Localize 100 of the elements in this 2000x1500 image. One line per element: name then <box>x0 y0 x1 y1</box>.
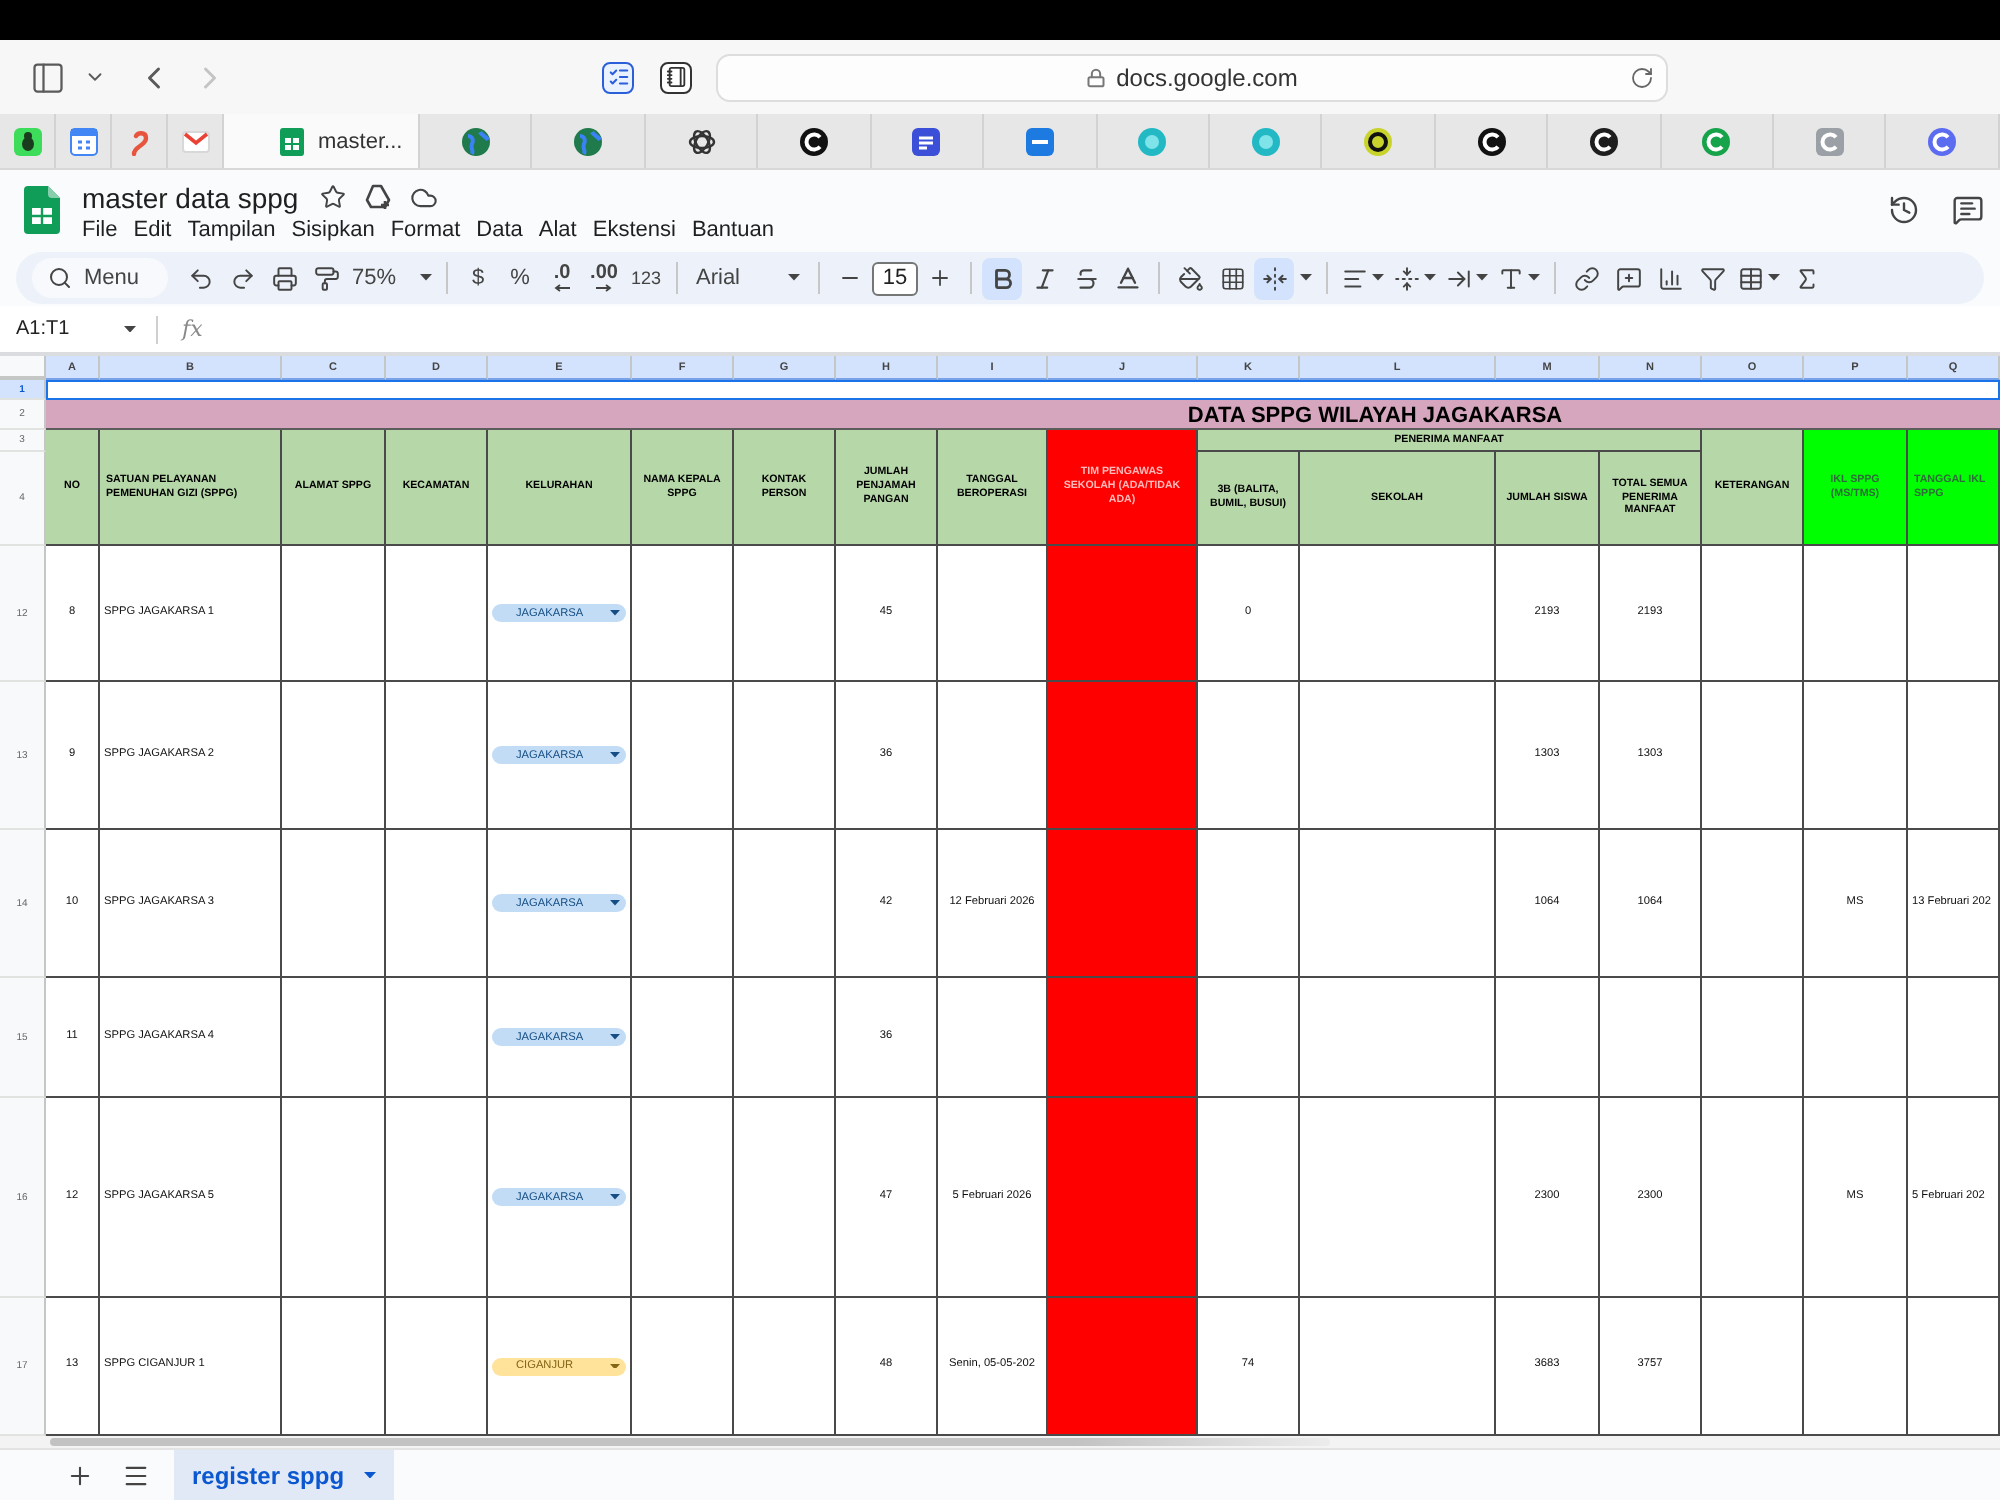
star-button[interactable] <box>320 184 347 210</box>
reload-icon[interactable] <box>1630 65 1654 89</box>
spreadsheet-icon <box>24 186 60 234</box>
logo-icon <box>1364 127 1393 155</box>
logo-icon <box>1477 127 1505 155</box>
printer-icon <box>271 265 297 291</box>
logo-icon <box>687 127 716 155</box>
checklist-icon <box>607 66 629 88</box>
name-box[interactable]: A1:T1 <box>16 318 144 340</box>
table-cell <box>938 546 1048 682</box>
browser-tab[interactable]: master... <box>224 114 420 168</box>
menu-item[interactable]: Edit <box>133 218 172 242</box>
logo-icon <box>1138 127 1167 155</box>
menu-item[interactable]: Data <box>476 218 523 242</box>
sheet-title: DATA SPPG WILAYAH JAGAKARSA <box>1185 401 1565 430</box>
text-rotation-icon <box>1498 265 1524 291</box>
saved-status-button[interactable] <box>410 183 439 211</box>
caret-icon <box>610 1194 620 1200</box>
merge-button[interactable] <box>1254 257 1294 299</box>
formula-label: fx <box>182 316 203 342</box>
sheet-tab[interactable]: register sppg <box>174 1450 395 1500</box>
notebook-icon <box>665 66 687 88</box>
url-text: docs.google.com <box>1116 63 1298 91</box>
caret-icon <box>1372 274 1384 282</box>
caret-icon <box>124 325 136 333</box>
sidebar-button[interactable] <box>30 59 66 95</box>
undo-icon <box>187 265 213 291</box>
menu-item[interactable]: Sisipkan <box>291 218 375 242</box>
table-cell <box>1600 978 1702 1098</box>
table-icon <box>1738 265 1764 291</box>
paint-bucket-icon <box>1177 265 1203 291</box>
table-cell <box>1908 978 2000 1098</box>
document-title[interactable]: master data sppg <box>82 181 299 213</box>
spreadsheet-icon <box>278 127 306 155</box>
table-cell <box>1702 978 1804 1098</box>
table-cell <box>1908 546 2000 682</box>
move-button[interactable] <box>364 184 393 210</box>
logo-icon <box>1815 127 1844 155</box>
scrollbar-thumb[interactable] <box>50 1438 1330 1446</box>
table-cell <box>1496 978 1600 1098</box>
align-icon <box>1342 265 1368 291</box>
lock-icon <box>1086 67 1107 87</box>
percent-button[interactable]: % <box>500 257 540 299</box>
menu-item[interactable]: Tampilan <box>187 218 276 242</box>
table-cell <box>1702 546 1804 682</box>
comments-button[interactable] <box>1952 194 1984 226</box>
caret-icon <box>1424 274 1436 282</box>
globe-icon <box>574 127 603 155</box>
logo-icon <box>1928 127 1957 155</box>
number-format-button[interactable]: 123 <box>626 257 666 299</box>
currency-button[interactable]: $ <box>458 257 498 299</box>
history-icon <box>1888 194 1920 226</box>
logo-icon <box>13 127 41 155</box>
address-bar[interactable]: docs.google.com <box>716 53 1668 101</box>
font-select[interactable]: Arial <box>688 257 808 299</box>
filter-icon <box>1699 265 1725 291</box>
logo-icon <box>1251 127 1280 155</box>
caret-icon <box>610 900 620 906</box>
history-button[interactable] <box>1888 194 1920 226</box>
logo-icon <box>912 127 941 155</box>
calendar-icon <box>69 127 97 155</box>
text-color-icon <box>1114 264 1142 292</box>
italic-icon <box>1031 265 1057 291</box>
menu-item[interactable]: Ekstensi <box>592 218 676 242</box>
logo-icon <box>1589 127 1618 155</box>
menu-search-field[interactable]: Menu <box>32 258 168 298</box>
caret-icon <box>364 1471 377 1479</box>
arrow-icon <box>596 284 612 292</box>
caret-icon <box>610 610 620 616</box>
strikethrough-icon <box>1073 265 1099 291</box>
menu-item[interactable]: Alat <box>538 218 577 242</box>
menu-icon <box>122 1461 150 1489</box>
wrap-icon <box>1446 265 1472 291</box>
caret-icon <box>610 752 620 758</box>
logo-icon <box>1702 127 1731 155</box>
menu-item[interactable]: File <box>82 218 118 242</box>
table-cell <box>1804 978 1908 1098</box>
decrease-decimal-button[interactable]: .0 <box>542 257 582 299</box>
caret-icon <box>1476 274 1488 282</box>
caret-icon <box>1768 274 1780 282</box>
zoom-select[interactable]: 75% <box>348 257 436 299</box>
table-cell <box>1198 978 1300 1098</box>
extension-button[interactable] <box>660 61 692 93</box>
sidebar-icon <box>30 59 66 95</box>
bold-button[interactable] <box>982 257 1022 299</box>
merge-icon <box>1261 265 1287 291</box>
bold-icon <box>989 265 1015 291</box>
increase-decimal-button[interactable]: .00 <box>584 257 624 299</box>
table-cell <box>734 546 836 682</box>
caret-icon <box>420 274 432 282</box>
search-icon <box>48 266 72 290</box>
menu-item[interactable]: Format <box>390 218 461 242</box>
table-cell <box>282 546 386 682</box>
menu-item[interactable]: Bantuan <box>691 218 774 242</box>
plus-icon <box>66 1461 94 1489</box>
caret-icon <box>610 1363 620 1369</box>
cloud-icon <box>410 183 439 211</box>
logo-icon <box>799 127 828 155</box>
font-size-field[interactable]: 15 <box>872 261 918 295</box>
table-cell <box>282 978 386 1098</box>
